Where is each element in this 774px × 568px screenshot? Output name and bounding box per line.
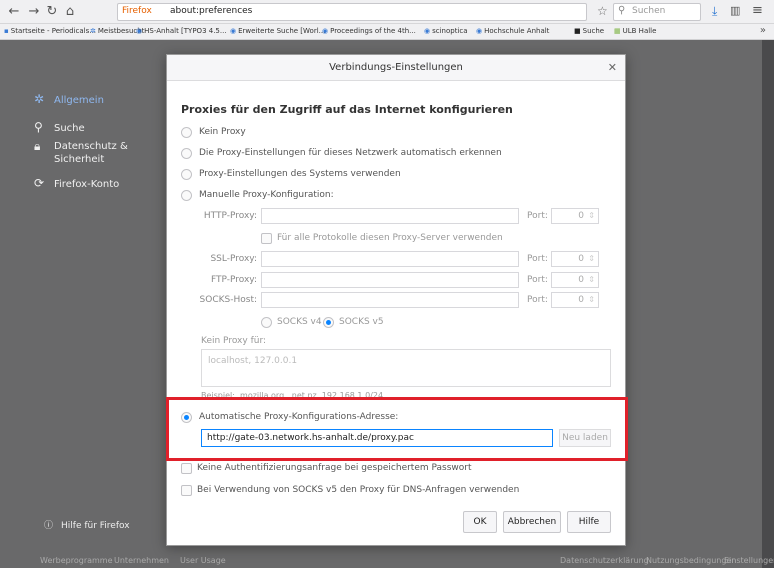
page-scrollbar[interactable] <box>762 40 774 568</box>
reload-icon[interactable]: ↻ <box>44 4 60 20</box>
sidebar-help-link[interactable]: ⓘ Hilfe für Firefox <box>44 518 130 531</box>
dialog-title: Verbindungs-Einstellungen <box>329 62 463 73</box>
bookmark-star-icon[interactable]: ☆ <box>597 4 608 18</box>
search-icon: ⚲ <box>618 5 626 16</box>
help-button[interactable]: Hilfe <box>567 511 611 533</box>
no-proxy-value: localhost, 127.0.0.1 <box>208 356 298 366</box>
search-icon: ⚲ <box>34 120 43 134</box>
bookmark-item[interactable]: ◉ Hochschule Anhalt <box>476 27 549 35</box>
search-placeholder: Suchen <box>632 6 666 16</box>
radio-auto-detect[interactable] <box>181 148 192 159</box>
forward-icon[interactable]: → <box>26 4 42 20</box>
sidebar-item-general[interactable]: ✲ Allgemein <box>34 92 104 106</box>
socks-port-stepper[interactable]: 0 <box>551 292 599 308</box>
socks-host-label: SOCKS-Host: <box>199 295 257 305</box>
sidebar-item-privacy[interactable]: 🔒︎ Datenschutz & Sicherheit <box>34 140 134 166</box>
bookmark-item[interactable]: ◉ Proceedings of the 4th... <box>322 27 416 35</box>
footer-link[interactable]: Unternehmen <box>114 556 169 565</box>
dialog-title-bar: Verbindungs-Einstellungen ✕ <box>167 55 625 81</box>
http-port-label: Port: <box>527 211 548 221</box>
http-proxy-input[interactable] <box>261 208 519 224</box>
close-icon[interactable]: ✕ <box>608 61 617 74</box>
bookmark-item[interactable]: ◉ scinoptica <box>424 27 468 35</box>
hamburger-menu-icon[interactable]: ≡ <box>752 3 763 18</box>
bookmark-item[interactable]: ◉ HS-Anhalt [TYPO3 4.5... <box>136 27 227 35</box>
ok-button[interactable]: OK <box>463 511 497 533</box>
radio-label-manual-proxy: Manuelle Proxy-Konfiguration: <box>199 190 334 200</box>
url-text: about:preferences <box>170 6 253 16</box>
url-bar[interactable]: Firefox about:preferences <box>117 3 587 21</box>
socks-dns-label: Bei Verwendung von SOCKS v5 den Proxy fü… <box>197 485 520 495</box>
radio-socks-v4[interactable] <box>261 317 272 328</box>
ssl-proxy-label: SSL-Proxy: <box>210 254 257 264</box>
sidebar-item-search[interactable]: ⚲ Suche <box>34 120 85 134</box>
ssl-port-stepper[interactable]: 0 <box>551 251 599 267</box>
gear-icon: ✲ <box>34 92 45 106</box>
bookmark-item[interactable]: ▪ Startseite - Periodicals... <box>4 27 96 35</box>
sync-icon: ⟳ <box>34 176 45 190</box>
socks-v5-label: SOCKS v5 <box>339 317 384 327</box>
no-proxy-textarea[interactable]: localhost, 127.0.0.1 <box>201 349 611 387</box>
proxy-heading: Proxies für den Zugriff auf das Internet… <box>181 103 513 116</box>
firefox-brand-label: Firefox <box>122 6 152 16</box>
search-input[interactable]: ⚲ Suchen <box>613 3 701 21</box>
all-protocols-checkbox[interactable] <box>261 233 272 244</box>
ssl-proxy-input[interactable] <box>261 251 519 267</box>
connection-settings-dialog: Verbindungs-Einstellungen ✕ Proxies für … <box>166 54 626 546</box>
annotation-highlight-box <box>166 397 628 461</box>
bookmarks-toolbar: ▪ Startseite - Periodicals... ✲ Meistbesuc… <box>0 24 774 40</box>
ftp-proxy-label: FTP-Proxy: <box>210 275 257 285</box>
cancel-button[interactable]: Abbrechen <box>503 511 561 533</box>
ftp-port-stepper[interactable]: 0 <box>551 272 599 288</box>
no-proxy-label: Kein Proxy für: <box>201 336 267 346</box>
radio-system-proxy[interactable] <box>181 169 192 180</box>
radio-label-auto-detect: Die Proxy-Einstellungen für dieses Netzw… <box>199 148 502 158</box>
socks-v4-label: SOCKS v4 <box>277 317 322 327</box>
radio-label-no-proxy: Kein Proxy <box>199 127 246 137</box>
no-auth-prompt-checkbox[interactable] <box>181 463 192 474</box>
back-icon[interactable]: ← <box>6 4 22 20</box>
http-proxy-label: HTTP-Proxy: <box>203 211 257 221</box>
http-port-stepper[interactable]: 0 <box>551 208 599 224</box>
footer-link[interactable]: User Usage <box>180 556 226 565</box>
radio-no-proxy[interactable] <box>181 127 192 138</box>
socks-host-input[interactable] <box>261 292 519 308</box>
footer-link[interactable]: Datenschutzerklärung <box>560 556 649 565</box>
radio-label-system-proxy: Proxy-Einstellungen des Systems verwende… <box>199 169 401 179</box>
radio-manual-proxy[interactable] <box>181 190 192 201</box>
help-icon: ⓘ <box>44 521 54 531</box>
bookmark-item[interactable]: ■ Suche <box>574 27 604 35</box>
ftp-port-label: Port: <box>527 275 548 285</box>
socks-dns-checkbox[interactable] <box>181 485 192 496</box>
footer-link[interactable]: Nutzungsbedingungen <box>646 556 736 565</box>
download-icon[interactable]: ⤓ <box>712 4 717 19</box>
bookmark-item[interactable]: ▦ ULB Halle <box>614 27 656 35</box>
ftp-proxy-input[interactable] <box>261 272 519 288</box>
browser-toolbar: ← → ↻ ⌂ Firefox about:preferences ☆ ⚲ Su… <box>0 0 774 24</box>
sidebar-item-firefox-account[interactable]: ⟳ Firefox-Konto <box>34 176 119 190</box>
library-icon[interactable]: ▥ <box>730 4 740 17</box>
lock-icon: 🔒︎ <box>34 139 41 153</box>
bookmarks-overflow-icon[interactable]: » <box>760 25 766 36</box>
footer-link[interactable]: Werbeprogramme <box>40 556 113 565</box>
footer-link[interactable]: Einstellungen <box>724 556 774 565</box>
no-auth-prompt-label: Keine Authentifizierungsanfrage bei gesp… <box>197 463 472 473</box>
socks-port-label: Port: <box>527 295 548 305</box>
home-icon[interactable]: ⌂ <box>62 4 78 20</box>
bookmark-item[interactable]: ◉ Erweiterte Suche [Worl... <box>230 27 325 35</box>
all-protocols-label: Für alle Protokolle diesen Proxy-Server … <box>277 233 503 243</box>
ssl-port-label: Port: <box>527 254 548 264</box>
radio-socks-v5[interactable] <box>323 317 334 328</box>
